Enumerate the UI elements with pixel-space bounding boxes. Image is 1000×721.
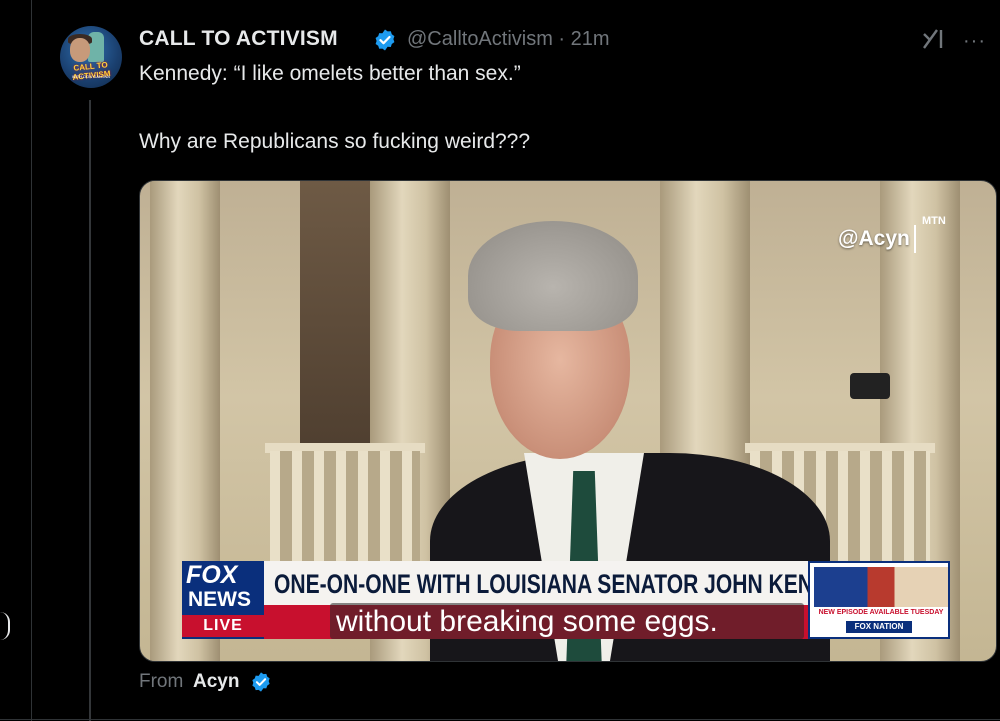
promo-network: FOX NATION [846,621,912,633]
video-player[interactable]: @Acyn MTN FOX NEWS LIVE ONE-ON-ONE WITH … [139,180,997,662]
column-divider [31,0,32,721]
thread-line [89,100,91,721]
post-text-line-1: Kennedy: “I like omelets better than sex… [139,62,521,85]
bottom-divider [0,719,1000,720]
verified-badge-icon[interactable] [373,28,397,52]
lower-third-headline: ONE-ON-ONE WITH LOUISIANA SENATOR JOHN K… [274,569,872,599]
promo-art [814,567,948,607]
avatar[interactable]: CALL TO ACTIVISM WITH DON GALLINA [60,26,122,88]
network-logo: FOX NEWS LIVE [182,561,264,639]
watermark-mtn: MTN [922,215,946,227]
background-camera [850,373,890,399]
promo-box: NEW EPISODE AVAILABLE TUESDAY FOX NATION [808,561,950,639]
more-icon[interactable]: ··· [963,30,986,53]
live-badge: LIVE [182,615,264,637]
avatar-logo-subtext: WITH DON GALLINA [71,74,111,79]
handle-and-timestamp[interactable]: @CalltoActivism · 21m [407,28,610,51]
watermark-separator [914,225,916,253]
balustrade [270,451,420,561]
post-text-line-2: Why are Republicans so fucking weird??? [139,130,531,153]
network-logo-mid: NEWS [188,588,251,611]
attribution-label: From [139,671,184,692]
avatar-logo-text: CALL TO ACTIVISM [71,60,111,82]
caption-text: without breaking some eggs. [336,605,718,638]
verified-badge-icon [252,672,270,692]
network-logo-top: FOX [186,561,238,589]
grok-icon[interactable] [920,26,946,52]
lower-third: ONE-ON-ONE WITH LOUISIANA SENATOR JOHN K… [264,561,872,608]
attribution-name[interactable]: Acyn [193,671,239,693]
speaker-hair [468,221,638,331]
display-name[interactable]: CALL TO ACTIVISM [139,27,338,51]
promo-text: NEW EPISODE AVAILABLE TUESDAY [818,609,944,616]
partial-icon [0,612,10,640]
watermark-handle: @Acyn [838,227,910,250]
avatar-face [70,38,90,62]
